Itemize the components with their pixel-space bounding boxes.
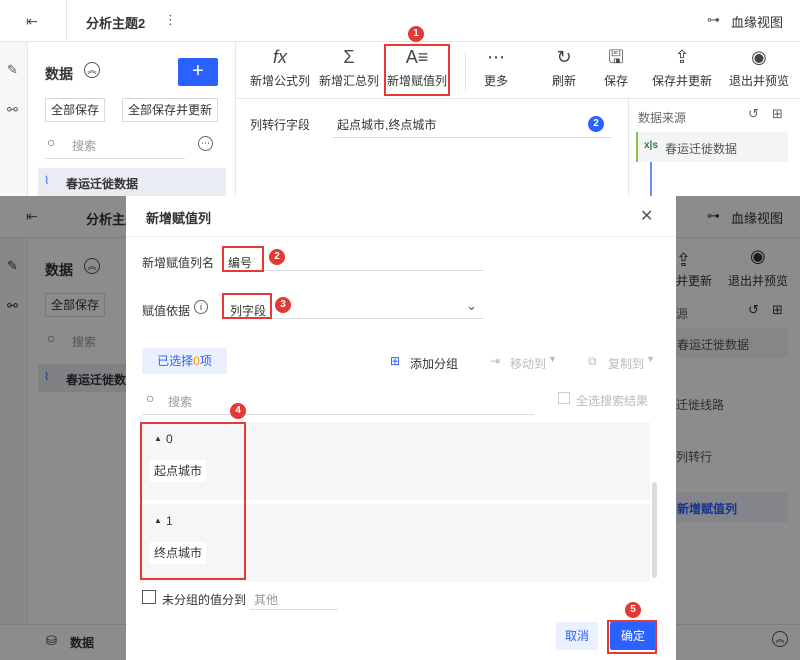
formula-icon: fx xyxy=(272,47,287,67)
sigma-icon: Σ xyxy=(343,47,355,67)
excel-icon: x|s xyxy=(644,140,658,151)
config-label: 列转行字段 xyxy=(250,118,311,132)
search-icon: ○ xyxy=(47,134,56,150)
info-icon[interactable]: i xyxy=(194,300,208,314)
add-group-button[interactable]: 添加分组 xyxy=(410,355,458,372)
name-label: 新增赋值列名 xyxy=(142,256,215,270)
source-title: 数据来源 xyxy=(638,111,687,125)
chevron-down-icon[interactable]: ⌄ xyxy=(466,298,477,314)
dialog-search-input[interactable]: 搜索 xyxy=(168,393,192,410)
cancel-button[interactable]: 取消 xyxy=(556,622,598,650)
step-badge: 2 xyxy=(269,249,285,265)
close-icon[interactable]: ✕ xyxy=(640,206,653,226)
add-button[interactable]: + xyxy=(178,58,218,86)
top-bar: ⇤ 分析主题2 ⋮ ⊶ 血缘视图 xyxy=(0,0,800,42)
ungrouped-checkbox[interactable] xyxy=(142,590,156,604)
save-icon: 🖫 xyxy=(608,47,624,67)
highlight-box xyxy=(140,422,246,580)
page-title: 分析主题2 xyxy=(86,16,146,31)
more-icon: ⋯ xyxy=(487,47,505,67)
lineage-view-link[interactable]: 血缘视图 xyxy=(731,12,783,31)
layout-icon[interactable]: ⊞ xyxy=(772,106,783,122)
dataset-label: 春运迁徙数据 xyxy=(66,177,139,191)
add-group-icon: ⊞ xyxy=(390,354,401,368)
select-all-label: 全选搜索结果 xyxy=(576,394,649,408)
preview-icon: ◉ xyxy=(751,47,767,67)
refresh-icon: ↻ xyxy=(556,47,572,67)
highlight-box xyxy=(384,44,450,96)
config-value[interactable]: 起点城市,终点城市 xyxy=(337,116,436,133)
copy-to-button[interactable]: 复制到 xyxy=(608,355,644,372)
save-all-update-button[interactable]: 全部保存并更新 xyxy=(122,98,218,122)
step-badge: 1 xyxy=(408,26,424,42)
data-panel: 数据 ︽ + 全部保存 全部保存并更新 ○ 搜索 ⋯ ⌇ 春运迁徙数据 xyxy=(29,42,235,196)
dataset-item[interactable]: ⌇ 春运迁徙数据 xyxy=(38,168,226,196)
search-icon: ○ xyxy=(146,390,155,406)
highlight-box xyxy=(222,246,264,272)
more-vertical-icon[interactable]: ⋮ xyxy=(164,12,177,28)
caret-icon: ▼ xyxy=(548,354,557,364)
ungrouped-input[interactable]: 其他 xyxy=(254,591,278,608)
data-panel-title: 数据 xyxy=(45,66,73,82)
scrollbar[interactable] xyxy=(652,482,657,578)
dialog-title: 新增赋值列 xyxy=(146,211,212,226)
save-update-button[interactable]: ⇪ 保存并更新 xyxy=(648,42,716,98)
step-badge: 2 xyxy=(588,116,604,132)
add-summary-column-button[interactable]: Σ 新增汇总列 xyxy=(316,42,382,98)
link-icon[interactable]: ⚯ xyxy=(7,102,18,118)
highlight-box xyxy=(222,293,272,319)
history-icon[interactable]: ↺ xyxy=(748,106,759,122)
selected-tab[interactable]: 已选择0项 xyxy=(142,348,227,374)
highlight-box xyxy=(607,620,657,654)
select-all-checkbox[interactable] xyxy=(558,392,570,404)
collapse-icon[interactable]: ︽ xyxy=(84,62,100,78)
move-to-button[interactable]: 移动到 xyxy=(510,355,546,372)
add-formula-column-button[interactable]: fx 新增公式列 xyxy=(244,42,316,98)
save-all-button[interactable]: 全部保存 xyxy=(45,98,105,122)
exit-preview-button[interactable]: ◉ 退出并预览 xyxy=(726,42,792,98)
dataset-icon: ⌇ xyxy=(44,175,50,187)
save-update-icon: ⇪ xyxy=(674,47,690,67)
save-button[interactable]: 🖫 保存 xyxy=(596,42,636,98)
more-button[interactable]: ⋯ 更多 xyxy=(476,42,516,98)
more-options-icon[interactable]: ⋯ xyxy=(198,136,213,151)
step-badge: 5 xyxy=(625,602,641,618)
ungrouped-label: 未分组的值分到 xyxy=(162,593,247,607)
step-badge: 4 xyxy=(230,403,246,419)
left-icon-strip: ✎ ⚯ xyxy=(0,42,28,196)
copy-icon: ⧉ xyxy=(588,354,597,368)
caret-icon: ▼ xyxy=(646,354,655,364)
exit-icon[interactable]: ⇤ xyxy=(26,13,38,30)
step-badge: 3 xyxy=(275,297,291,313)
basis-label: 赋值依据 xyxy=(142,304,191,318)
edit-icon[interactable]: ✎ xyxy=(7,62,18,78)
move-icon: ⇥ xyxy=(490,354,501,368)
refresh-button[interactable]: ↻ 刷新 xyxy=(544,42,584,98)
search-input[interactable]: 搜索 xyxy=(72,137,96,154)
lineage-icon: ⊶ xyxy=(707,12,720,27)
source-item[interactable]: x|s 春运迁徙数据 xyxy=(636,132,788,162)
